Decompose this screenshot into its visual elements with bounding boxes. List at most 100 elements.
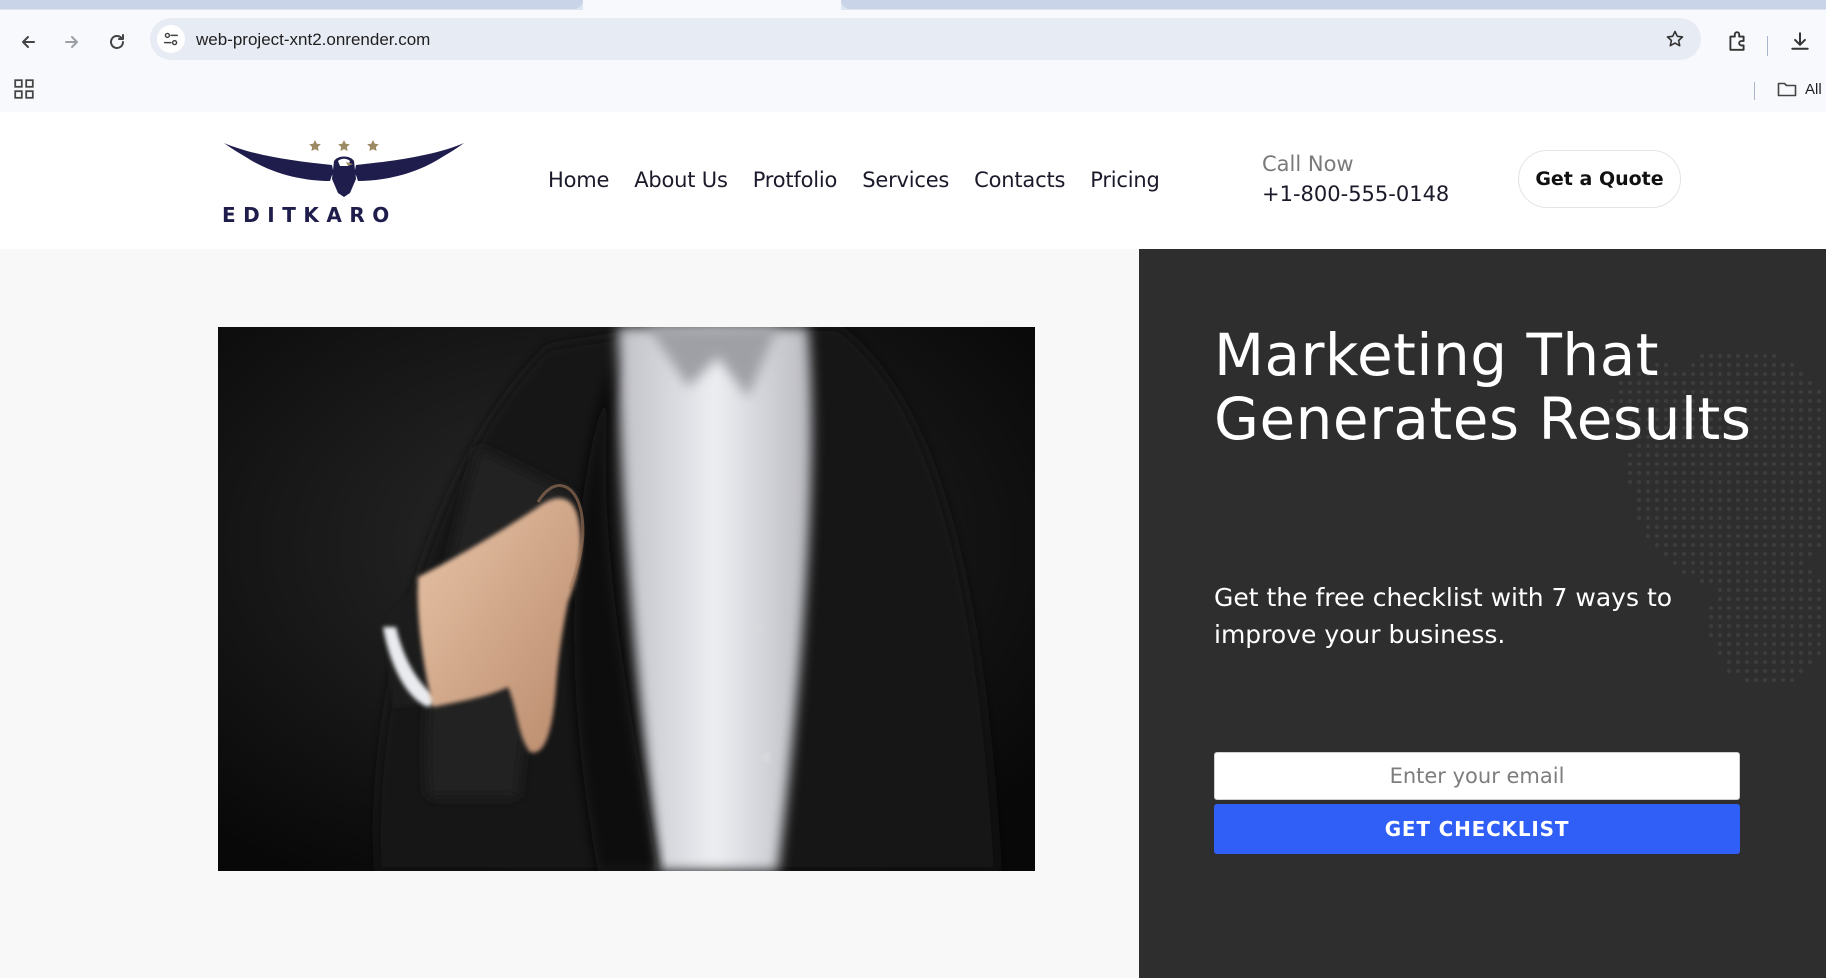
nav-services[interactable]: Services — [862, 168, 949, 192]
map-dot — [1763, 534, 1767, 538]
all-bookmarks-button[interactable]: All — [1777, 80, 1822, 98]
site-settings-icon[interactable] — [157, 25, 185, 53]
map-dot — [1790, 498, 1794, 502]
map-dot — [1799, 462, 1803, 466]
map-dot — [1772, 552, 1776, 556]
map-dot — [1817, 435, 1821, 439]
reload-button[interactable] — [103, 28, 131, 56]
map-dot — [1646, 507, 1650, 511]
site-logo[interactable]: EDITKARO — [222, 135, 466, 227]
map-dot — [1817, 408, 1821, 412]
map-dot — [1763, 660, 1767, 664]
nav-home[interactable]: Home — [548, 168, 609, 192]
map-dot — [1709, 462, 1713, 466]
map-dot — [1745, 552, 1749, 556]
map-dot — [1754, 624, 1758, 628]
map-dot — [1736, 462, 1740, 466]
map-dot — [1772, 525, 1776, 529]
map-dot — [1709, 480, 1713, 484]
map-dot — [1673, 525, 1677, 529]
nav-contacts[interactable]: Contacts — [974, 168, 1065, 192]
map-dot — [1745, 507, 1749, 511]
nav-portfolio[interactable]: Protfolio — [753, 168, 838, 192]
map-dot — [1817, 642, 1821, 646]
get-checklist-button[interactable]: GET CHECKLIST — [1214, 804, 1740, 854]
map-dot — [1646, 525, 1650, 529]
email-input[interactable] — [1214, 752, 1740, 800]
map-dot — [1754, 642, 1758, 646]
map-dot — [1682, 525, 1686, 529]
map-dot — [1763, 462, 1767, 466]
map-dot — [1808, 453, 1812, 457]
nav-pricing[interactable]: Pricing — [1090, 168, 1160, 192]
map-dot — [1772, 633, 1776, 637]
map-dot — [1781, 570, 1785, 574]
map-dot — [1808, 471, 1812, 475]
nav-about-us[interactable]: About Us — [634, 168, 728, 192]
map-dot — [1799, 561, 1803, 565]
map-dot — [1781, 678, 1785, 682]
tab-inactive-left[interactable] — [0, 0, 583, 9]
map-dot — [1691, 552, 1695, 556]
extensions-button[interactable] — [1724, 28, 1750, 54]
map-dot — [1790, 669, 1794, 673]
map-dot — [1646, 462, 1650, 466]
map-dot — [1718, 516, 1722, 520]
map-dot — [1808, 390, 1812, 394]
map-dot — [1781, 552, 1785, 556]
map-dot — [1700, 561, 1704, 565]
map-dot — [1790, 363, 1794, 367]
forward-icon — [65, 36, 78, 48]
map-dot — [1817, 534, 1821, 538]
map-dot — [1736, 471, 1740, 475]
map-dot — [1718, 543, 1722, 547]
map-dot — [1763, 570, 1767, 574]
map-dot — [1745, 570, 1749, 574]
map-dot — [1691, 471, 1695, 475]
map-dot — [1808, 651, 1812, 655]
address-bar[interactable]: web-project-xnt2.onrender.com — [150, 18, 1701, 60]
map-dot — [1817, 417, 1821, 421]
map-dot — [1682, 453, 1686, 457]
forward-button[interactable] — [58, 28, 86, 56]
map-dot — [1655, 462, 1659, 466]
phone-number[interactable]: +1-800-555-0148 — [1262, 182, 1449, 206]
map-dot — [1772, 480, 1776, 484]
map-dot — [1727, 471, 1731, 475]
map-dot — [1817, 543, 1821, 547]
map-dot — [1781, 543, 1785, 547]
map-dot — [1799, 642, 1803, 646]
get-quote-button[interactable]: Get a Quote — [1518, 150, 1681, 208]
download-button[interactable] — [1787, 28, 1813, 54]
map-dot — [1772, 642, 1776, 646]
bookmark-star-icon[interactable] — [1665, 29, 1685, 49]
map-dot — [1772, 669, 1776, 673]
map-dot — [1790, 444, 1794, 448]
map-dot — [1799, 390, 1803, 394]
tab-inactive-right[interactable] — [841, 0, 1826, 9]
back-button[interactable] — [14, 28, 42, 56]
map-dot — [1682, 543, 1686, 547]
map-dot — [1754, 489, 1758, 493]
map-dot — [1754, 651, 1758, 655]
map-dot — [1691, 489, 1695, 493]
map-dot — [1799, 606, 1803, 610]
map-dot — [1799, 453, 1803, 457]
map-dot — [1727, 462, 1731, 466]
map-dot — [1781, 363, 1785, 367]
map-dot — [1799, 615, 1803, 619]
map-dot — [1781, 579, 1785, 583]
hero-subtitle: Get the free checklist with 7 ways to im… — [1214, 583, 1673, 649]
web-page: EDITKARO Home About Us Protfolio Service… — [0, 112, 1826, 978]
map-dot — [1817, 471, 1821, 475]
map-dot — [1790, 543, 1794, 547]
map-dot — [1664, 462, 1668, 466]
map-dot — [1808, 426, 1812, 430]
map-dot — [1799, 525, 1803, 529]
tab-active[interactable] — [583, 0, 841, 10]
map-dot — [1799, 408, 1803, 412]
apps-grid-icon[interactable] — [13, 78, 35, 100]
map-dot — [1763, 606, 1767, 610]
url-text[interactable]: web-project-xnt2.onrender.com — [196, 30, 430, 50]
tab-strip — [0, 0, 1826, 10]
